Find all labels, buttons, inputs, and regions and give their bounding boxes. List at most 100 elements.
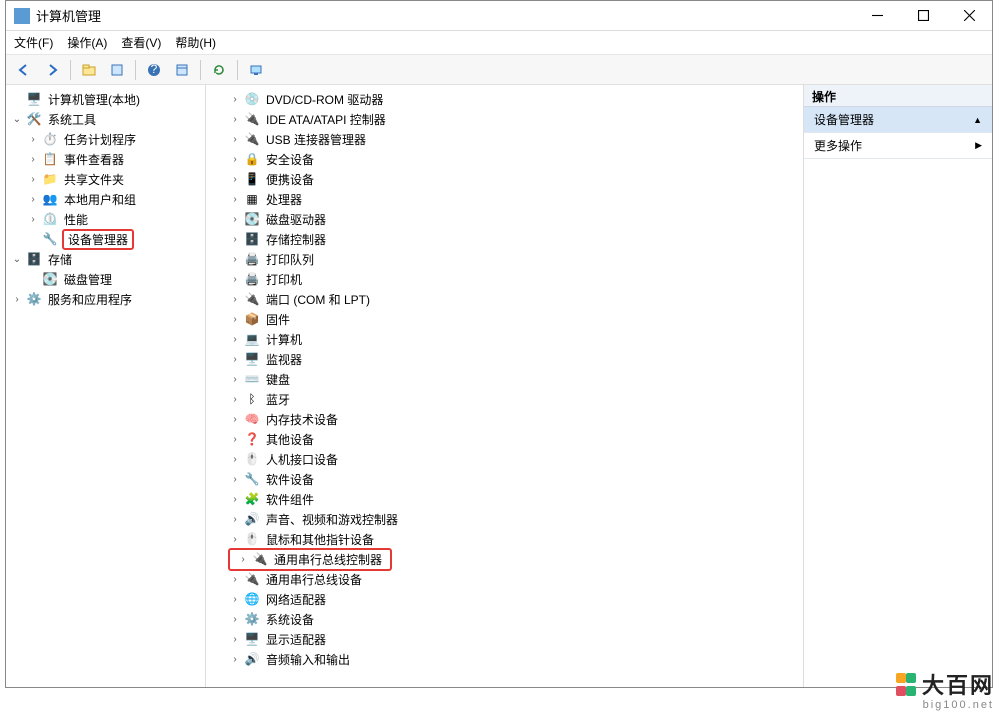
device-category[interactable]: ›🔊音频输入和输出: [208, 649, 801, 669]
collapse-icon[interactable]: ›: [228, 612, 242, 626]
tree-system-tools[interactable]: ⌄ 🛠️ 系统工具: [8, 109, 203, 129]
collapse-icon[interactable]: ›: [228, 432, 242, 446]
tree-item[interactable]: ›📁共享文件夹: [8, 169, 203, 189]
collapse-icon[interactable]: ›: [228, 452, 242, 466]
refresh-button[interactable]: [207, 58, 231, 82]
collapse-icon[interactable]: ›: [228, 512, 242, 526]
collapse-icon[interactable]: ›: [228, 492, 242, 506]
tree-item[interactable]: ›📋事件查看器: [8, 149, 203, 169]
forward-button[interactable]: [40, 58, 64, 82]
close-button[interactable]: [946, 1, 992, 31]
collapse-icon[interactable]: ›: [228, 272, 242, 286]
collapse-icon[interactable]: ›: [228, 172, 242, 186]
menu-file[interactable]: 文件(F): [14, 34, 53, 51]
collapse-icon[interactable]: ›: [10, 292, 24, 306]
expand-icon[interactable]: ⌄: [10, 252, 24, 266]
menu-help[interactable]: 帮助(H): [175, 34, 216, 51]
device-category[interactable]: ›💻计算机: [208, 329, 801, 349]
help-button[interactable]: ?: [142, 58, 166, 82]
device-category[interactable]: ›📦固件: [208, 309, 801, 329]
device-category[interactable]: ›🖨️打印机: [208, 269, 801, 289]
tree-root[interactable]: 🖥️ 计算机管理(本地): [8, 89, 203, 109]
minimize-button[interactable]: [854, 1, 900, 31]
tree-item[interactable]: ›⏱️任务计划程序: [8, 129, 203, 149]
menu-view[interactable]: 查看(V): [121, 34, 161, 51]
collapse-icon[interactable]: ›: [228, 232, 242, 246]
tree-item[interactable]: 🔧设备管理器: [8, 229, 203, 249]
tree-item[interactable]: ›⏲️性能: [8, 209, 203, 229]
collapse-icon[interactable]: ›: [228, 572, 242, 586]
device-icon: 🔊: [244, 511, 260, 527]
device-category[interactable]: ›🔌通用串行总线设备: [208, 569, 801, 589]
device-category[interactable]: ›⌨️键盘: [208, 369, 801, 389]
device-category[interactable]: ›🧩软件组件: [208, 489, 801, 509]
device-category[interactable]: ›💽磁盘驱动器: [208, 209, 801, 229]
device-category[interactable]: ›🖥️监视器: [208, 349, 801, 369]
device-category[interactable]: ›🔒安全设备: [208, 149, 801, 169]
device-category[interactable]: ›🔌USB 连接器管理器: [208, 129, 801, 149]
device-category[interactable]: ›🌐网络适配器: [208, 589, 801, 609]
collapse-icon[interactable]: ›: [228, 652, 242, 666]
device-category[interactable]: ›🗄️存储控制器: [208, 229, 801, 249]
collapse-icon[interactable]: ›: [228, 352, 242, 366]
collapse-icon[interactable]: ›: [228, 472, 242, 486]
device-category[interactable]: ›❓其他设备: [208, 429, 801, 449]
device-category[interactable]: ›🖱️鼠标和其他指针设备: [208, 529, 801, 549]
collapse-icon[interactable]: ›: [228, 632, 242, 646]
collapse-icon[interactable]: ›: [228, 252, 242, 266]
expand-icon[interactable]: ⌄: [10, 112, 24, 126]
collapse-icon[interactable]: ›: [26, 132, 40, 146]
collapse-icon[interactable]: ›: [228, 332, 242, 346]
show-hide-button[interactable]: [170, 58, 194, 82]
actions-selected[interactable]: 设备管理器 ▲: [804, 107, 992, 133]
device-category[interactable]: ›🖨️打印队列: [208, 249, 801, 269]
maximize-button[interactable]: [900, 1, 946, 31]
collapse-icon[interactable]: ›: [228, 592, 242, 606]
device-category[interactable]: ›💿DVD/CD-ROM 驱动器: [208, 89, 801, 109]
collapse-icon[interactable]: ›: [26, 172, 40, 186]
collapse-icon[interactable]: ›: [228, 292, 242, 306]
collapse-icon[interactable]: ›: [228, 152, 242, 166]
collapse-icon[interactable]: ›: [228, 112, 242, 126]
device-category[interactable]: ›🖱️人机接口设备: [208, 449, 801, 469]
device-category[interactable]: ›🔌端口 (COM 和 LPT): [208, 289, 801, 309]
tree-node-icon: 🔧: [42, 231, 58, 247]
collapse-icon[interactable]: ›: [228, 532, 242, 546]
collapse-icon[interactable]: ›: [236, 552, 250, 566]
collapse-icon[interactable]: ›: [228, 212, 242, 226]
tree-item[interactable]: 💽磁盘管理: [8, 269, 203, 289]
tree-storage[interactable]: ⌄ 🗄️ 存储: [8, 249, 203, 269]
device-category[interactable]: ›▦处理器: [208, 189, 801, 209]
menu-action[interactable]: 操作(A): [67, 34, 107, 51]
collapse-icon[interactable]: ›: [228, 92, 242, 106]
left-tree-panel[interactable]: 🖥️ 计算机管理(本地) ⌄ 🛠️ 系统工具 ›⏱️任务计划程序›📋事件查看器›…: [6, 85, 206, 687]
tree-services[interactable]: › ⚙️ 服务和应用程序: [8, 289, 203, 309]
device-category[interactable]: ›🔧软件设备: [208, 469, 801, 489]
collapse-icon[interactable]: ›: [228, 392, 242, 406]
device-category[interactable]: ›🖥️显示适配器: [208, 629, 801, 649]
collapse-icon[interactable]: ›: [228, 412, 242, 426]
collapse-icon[interactable]: ›: [228, 132, 242, 146]
properties-button[interactable]: [105, 58, 129, 82]
collapse-icon[interactable]: ›: [228, 312, 242, 326]
collapse-icon[interactable]: ›: [26, 212, 40, 226]
device-category[interactable]: ›⚙️系统设备: [208, 609, 801, 629]
tree-item[interactable]: ›👥本地用户和组: [8, 189, 203, 209]
device-category[interactable]: ›📱便携设备: [208, 169, 801, 189]
device-category[interactable]: ›ᛒ蓝牙: [208, 389, 801, 409]
device-icon: 🖥️: [244, 631, 260, 647]
back-button[interactable]: [12, 58, 36, 82]
device-icon: 🖱️: [244, 531, 260, 547]
device-category[interactable]: ›🔌IDE ATA/ATAPI 控制器: [208, 109, 801, 129]
device-category[interactable]: ›🔌通用串行总线控制器: [208, 549, 801, 569]
actions-more[interactable]: 更多操作 ▶: [804, 133, 992, 159]
up-button[interactable]: [77, 58, 101, 82]
device-category[interactable]: ›🧠内存技术设备: [208, 409, 801, 429]
collapse-icon[interactable]: ›: [26, 152, 40, 166]
device-category[interactable]: ›🔊声音、视频和游戏控制器: [208, 509, 801, 529]
collapse-icon[interactable]: ›: [228, 192, 242, 206]
collapse-icon[interactable]: ›: [228, 372, 242, 386]
device-tree-panel[interactable]: ›💿DVD/CD-ROM 驱动器›🔌IDE ATA/ATAPI 控制器›🔌USB…: [206, 85, 804, 687]
collapse-icon[interactable]: ›: [26, 192, 40, 206]
monitor-icon-button[interactable]: [244, 58, 268, 82]
